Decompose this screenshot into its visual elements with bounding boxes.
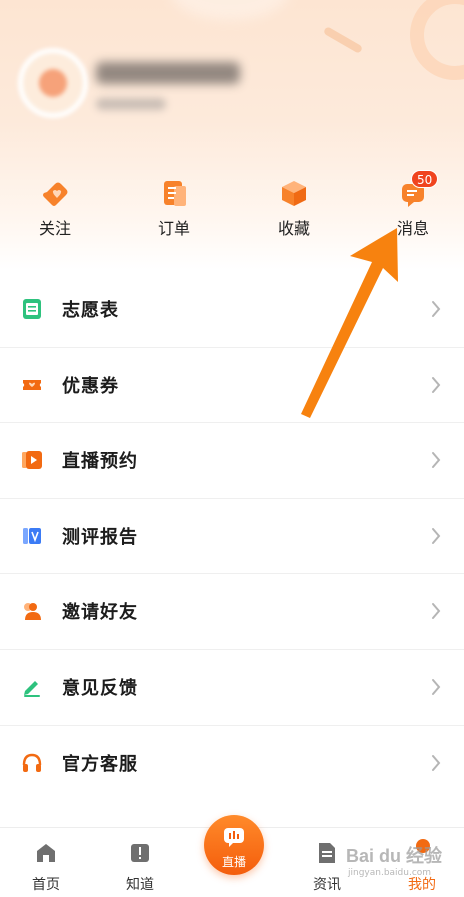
header-decoration xyxy=(322,26,364,54)
menu-item-volunteer-form[interactable]: 志愿表 xyxy=(0,272,464,348)
heart-tag-icon xyxy=(43,182,68,206)
menu-item-label: 优惠券 xyxy=(62,375,119,397)
tab-label: 首页 xyxy=(32,877,60,893)
header-decoration xyxy=(170,0,290,20)
menu-item-assessment-report[interactable]: 测评报告 xyxy=(0,499,464,575)
chevron-right-icon xyxy=(432,301,441,317)
watermark: Bai du 经验 jingyan.baidu.com xyxy=(338,838,458,890)
book-icon xyxy=(131,844,149,862)
menu-item-customer-service[interactable]: 官方客服 xyxy=(0,726,464,802)
quick-action-follow[interactable]: 关注 xyxy=(15,176,95,246)
tab-live[interactable]: 直播 xyxy=(204,815,264,875)
user-subtitle-blurred xyxy=(96,98,166,110)
chevron-right-icon xyxy=(432,527,441,544)
video-icon xyxy=(22,451,42,470)
watermark-url: jingyan.baidu.com xyxy=(348,868,432,878)
chevron-right-icon xyxy=(432,603,441,620)
live-icon xyxy=(224,828,244,847)
news-icon xyxy=(319,843,335,863)
menu-list: 志愿表 优惠券 直播预约 测评报告 邀请好友 意见反馈 官方客服 xyxy=(0,272,464,801)
tab-zhidao[interactable]: 知道 xyxy=(105,828,175,897)
headset-icon xyxy=(22,753,42,772)
menu-item-feedback[interactable]: 意见反馈 xyxy=(0,650,464,726)
quick-action-label: 消息 xyxy=(396,219,429,238)
quick-action-label: 订单 xyxy=(157,219,190,238)
menu-item-label: 志愿表 xyxy=(62,300,119,321)
coupon-icon xyxy=(23,379,41,390)
avatar[interactable] xyxy=(18,48,88,118)
watermark-text: Bai du 经验 xyxy=(346,846,443,866)
invite-icon xyxy=(24,603,41,621)
box-icon xyxy=(282,181,306,206)
username-blurred[interactable] xyxy=(96,62,240,84)
feedback-pen-icon xyxy=(24,680,40,697)
menu-item-label: 测评报告 xyxy=(62,526,138,548)
menu-item-coupons[interactable]: 优惠券 xyxy=(0,348,464,424)
tab-home[interactable]: 首页 xyxy=(11,828,81,897)
quick-actions: 关注 订单 收藏 50 消息 xyxy=(0,170,464,246)
menu-item-live-reservation[interactable]: 直播预约 xyxy=(0,423,464,499)
order-doc-icon xyxy=(164,181,186,206)
quick-action-label: 关注 xyxy=(38,219,71,238)
chevron-right-icon xyxy=(432,376,441,393)
quick-action-orders[interactable]: 订单 xyxy=(134,176,214,246)
quick-action-favorites[interactable]: 收藏 xyxy=(254,176,334,246)
form-icon xyxy=(23,299,41,319)
menu-item-label: 邀请好友 xyxy=(62,602,138,624)
tab-label: 直播 xyxy=(221,855,246,869)
menu-item-invite-friends[interactable]: 邀请好友 xyxy=(0,574,464,650)
quick-action-messages[interactable]: 50 消息 xyxy=(373,170,453,246)
menu-item-label: 官方客服 xyxy=(62,753,138,775)
report-icon xyxy=(23,527,41,544)
menu-item-label: 直播预约 xyxy=(62,451,138,473)
header-decoration xyxy=(410,0,464,80)
menu-item-label: 意见反馈 xyxy=(62,677,138,699)
chevron-right-icon xyxy=(432,754,441,771)
chevron-right-icon xyxy=(432,678,441,695)
quick-action-label: 收藏 xyxy=(277,219,310,238)
unread-badge: 50 xyxy=(411,170,439,188)
home-icon xyxy=(37,844,55,862)
chevron-right-icon xyxy=(432,452,441,469)
tab-label: 知道 xyxy=(126,877,154,893)
